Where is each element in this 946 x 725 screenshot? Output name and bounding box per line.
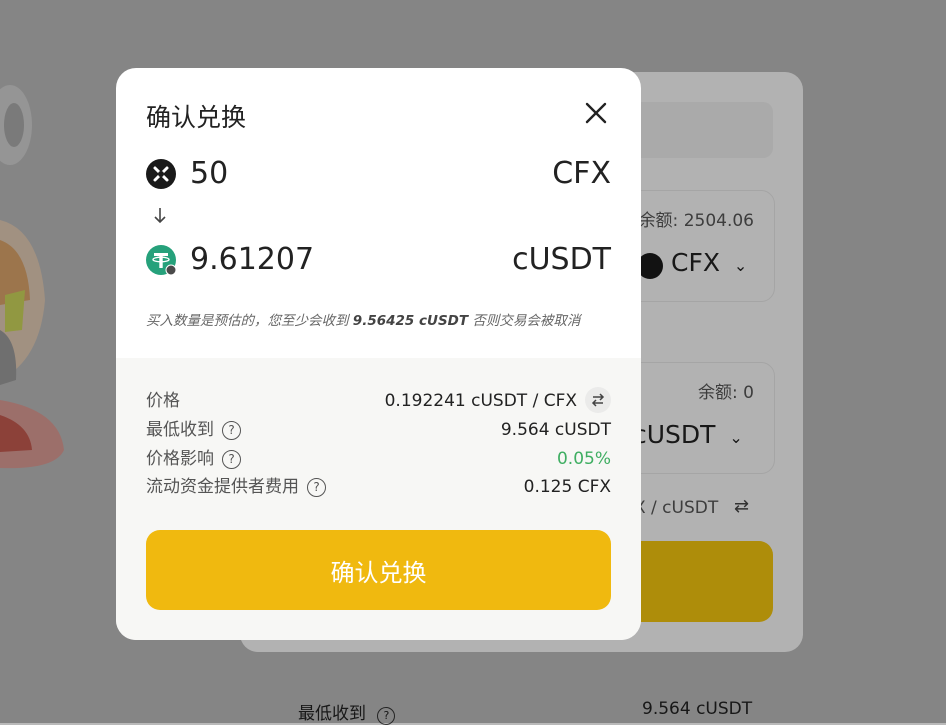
lp-fee-row: 流动资金提供者费用? 0.125 CFX	[146, 474, 611, 500]
to-amount: 9.61207	[190, 242, 315, 277]
price-row: 价格 0.192241 cUSDT / CFX	[146, 387, 611, 414]
close-icon	[585, 102, 607, 124]
confirm-swap-modal: 确认兑换 50 CFX 9.61207 cUSDT 买入数量是预估的，您至少会收…	[116, 68, 641, 640]
lp-fee-label: 流动资金提供者费用?	[146, 474, 326, 500]
lp-fee-value: 0.125 CFX	[523, 477, 611, 497]
price-impact-value: 0.05%	[556, 449, 611, 469]
tether-coin-icon	[146, 245, 177, 276]
min-received-value: 9.564 cUSDT	[500, 420, 611, 440]
from-token-row: 50 CFX	[146, 154, 611, 194]
close-button[interactable]	[581, 98, 611, 128]
arrow-down-icon	[154, 208, 166, 224]
swap-arrows-icon	[591, 393, 605, 407]
price-value: 0.192241 cUSDT / CFX	[385, 387, 611, 414]
invert-price-button[interactable]	[585, 387, 611, 413]
confirm-swap-button[interactable]: 确认兑换	[146, 530, 611, 610]
price-impact-row: 价格影响? 0.05%	[146, 446, 611, 472]
estimate-note: 买入数量是预估的，您至少会收到 9.56425 cUSDT 否则交易会被取消	[146, 313, 581, 329]
from-symbol: CFX	[552, 156, 611, 191]
help-icon[interactable]: ?	[307, 478, 326, 497]
to-symbol: cUSDT	[512, 242, 611, 277]
cfx-coin-icon	[146, 159, 176, 189]
help-icon[interactable]: ?	[222, 450, 241, 469]
min-received-row: 最低收到? 9.564 cUSDT	[146, 417, 611, 443]
to-token-row: 9.61207 cUSDT	[146, 240, 611, 280]
min-received-label: 最低收到?	[146, 417, 241, 443]
price-impact-label: 价格影响?	[146, 446, 241, 472]
modal-title: 确认兑换	[146, 103, 247, 132]
from-amount: 50	[190, 156, 229, 191]
note-min-amount: 9.56425 cUSDT	[352, 313, 469, 329]
price-label: 价格	[146, 391, 180, 411]
help-icon[interactable]: ?	[222, 421, 241, 440]
